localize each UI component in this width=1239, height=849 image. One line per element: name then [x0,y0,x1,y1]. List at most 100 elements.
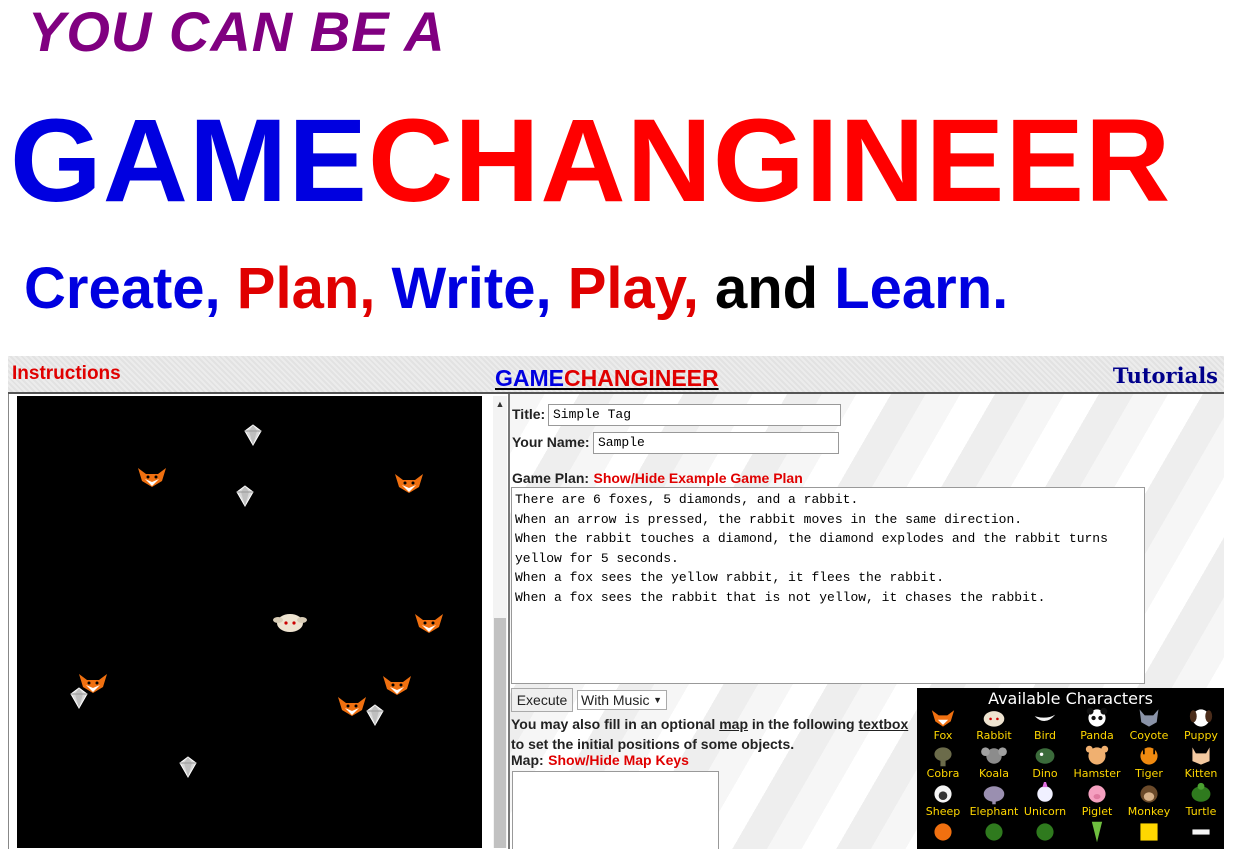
fox-sprite [138,468,166,487]
scrollbar-thumb[interactable] [494,618,506,848]
turtle-icon [1191,782,1211,802]
banner-title: GAMECHANGINEER [10,96,1171,226]
name-input[interactable]: Sample [593,432,839,454]
title-input[interactable]: Simple Tag [548,404,841,426]
coyote-icon [1139,709,1159,727]
puppy-icon [1189,709,1213,727]
map-label: Map: [511,752,544,768]
kitten-icon [1192,747,1210,765]
subtitle-and: and [714,256,819,321]
map-keys-row: Map: Show/Hide Map Keys [511,752,689,770]
fox-sprite [415,614,443,633]
character-fox[interactable]: Fox [917,706,969,744]
character-name: Piglet [1081,805,1113,818]
character-partial[interactable] [968,820,1020,849]
subtitle-write: Write, [391,256,552,321]
textbox-help-link[interactable]: textbox [858,716,908,732]
character-name: Panda [1080,729,1114,742]
character-hamster[interactable]: Hamster [1071,744,1123,782]
sheep-icon [934,785,952,803]
character-koala[interactable]: Koala [968,744,1020,782]
banner-title-game: GAME [10,95,368,227]
character-name: Turtle [1185,805,1217,818]
name-label: Your Name: [512,434,590,450]
character-sheep[interactable]: Sheep [917,782,969,820]
character-partial[interactable] [1071,820,1123,849]
character-partial[interactable] [1019,820,1071,849]
dino-icon [1035,748,1055,764]
map-note-text-2: in the following [751,716,855,732]
character-name: Cobra [926,767,960,780]
character-coyote[interactable]: Coyote [1123,706,1175,744]
tutorials-link[interactable]: Tutorials [1113,363,1218,388]
character-rabbit[interactable]: Rabbit [968,706,1020,744]
character-piglet[interactable]: Piglet [1071,782,1123,820]
character-name: Coyote [1129,729,1169,742]
character-unicorn[interactable]: Unicorn [1019,782,1071,820]
map-textarea[interactable] [512,771,719,849]
character-panda[interactable]: Panda [1071,706,1123,744]
game-scrollbar[interactable]: ▲ [493,396,507,848]
panda-icon [1086,707,1108,727]
game-plan-textarea[interactable]: There are 6 foxes, 5 diamonds, and a rab… [511,487,1145,684]
character-cobra[interactable]: Cobra [917,744,969,782]
banner-tagline: YOU CAN BE A [28,0,446,63]
elephant-icon [983,786,1005,805]
map-help-link[interactable]: map [719,716,748,732]
bone-icon [1192,829,1210,835]
execute-button[interactable]: Execute [511,688,573,712]
map-note-text-1: You may also fill in an optional [511,716,716,732]
banner-title-changineer: CHANGINEER [368,95,1172,227]
character-bird[interactable]: Bird [1019,706,1071,744]
character-name: Bird [1034,729,1056,742]
character-monkey[interactable]: Monkey [1123,782,1175,820]
game-frame: ▲ [8,394,510,849]
fox-sprite [383,676,411,695]
hamster-icon [1085,745,1109,765]
character-name: Fox [933,729,953,742]
character-elephant[interactable]: Elephant [968,782,1020,820]
cheese-icon [1140,823,1158,841]
fox-icon [931,710,955,727]
available-characters-panel: Available Characters Fox Rabbit Bird Pan… [917,688,1224,849]
home-title-changineer[interactable]: CHANGINEER [564,365,719,391]
character-name: Rabbit [976,729,1012,742]
monkey-icon [1140,785,1158,803]
chevron-down-icon: ▼ [653,695,662,705]
character-name: Puppy [1184,729,1218,742]
music-select[interactable]: With Music ▼ [577,690,667,710]
character-partial[interactable] [1175,820,1224,849]
rabbit-sprite [273,614,307,632]
fox-sprite [338,697,366,716]
map-instructions: You may also fill in an optional map in … [511,714,911,754]
instructions-link[interactable]: Instructions [12,363,121,385]
character-turtle[interactable]: Turtle [1175,782,1224,820]
fox-sprite [79,674,107,693]
example-plan-toggle[interactable]: Show/Hide Example Game Plan [593,470,802,486]
scroll-up-arrow-icon[interactable]: ▲ [493,396,507,412]
character-partial[interactable] [917,820,969,849]
rabbit-icon [983,711,1005,727]
map-keys-toggle[interactable]: Show/Hide Map Keys [548,752,689,768]
home-title-link[interactable]: GAMECHANGINEER [495,365,719,392]
character-name: Koala [979,767,1009,780]
bird-icon [1034,714,1056,722]
game-scene [70,424,443,778]
top-nav-bar: Instructions GAMECHANGINEER Tutorials [8,356,1224,394]
piglet-icon [1088,785,1106,803]
character-dino[interactable]: Dino [1019,744,1071,782]
plant-icon [1036,823,1054,841]
subtitle-learn: Learn. [834,256,1009,321]
character-puppy[interactable]: Puppy [1175,706,1224,744]
home-title-game[interactable]: GAME [495,365,564,391]
character-name: Dino [1032,767,1058,780]
game-canvas[interactable] [17,396,482,848]
character-tiger[interactable]: Tiger [1123,744,1175,782]
diamond-sprite [366,704,384,726]
game-plan-row: Game Plan: Show/Hide Example Game Plan [512,470,803,488]
character-kitten[interactable]: Kitten [1175,744,1224,782]
character-partial[interactable] [1123,820,1175,849]
character-name: Tiger [1135,767,1163,780]
character-name: Sheep [925,805,961,818]
tiger-icon [1139,746,1159,766]
